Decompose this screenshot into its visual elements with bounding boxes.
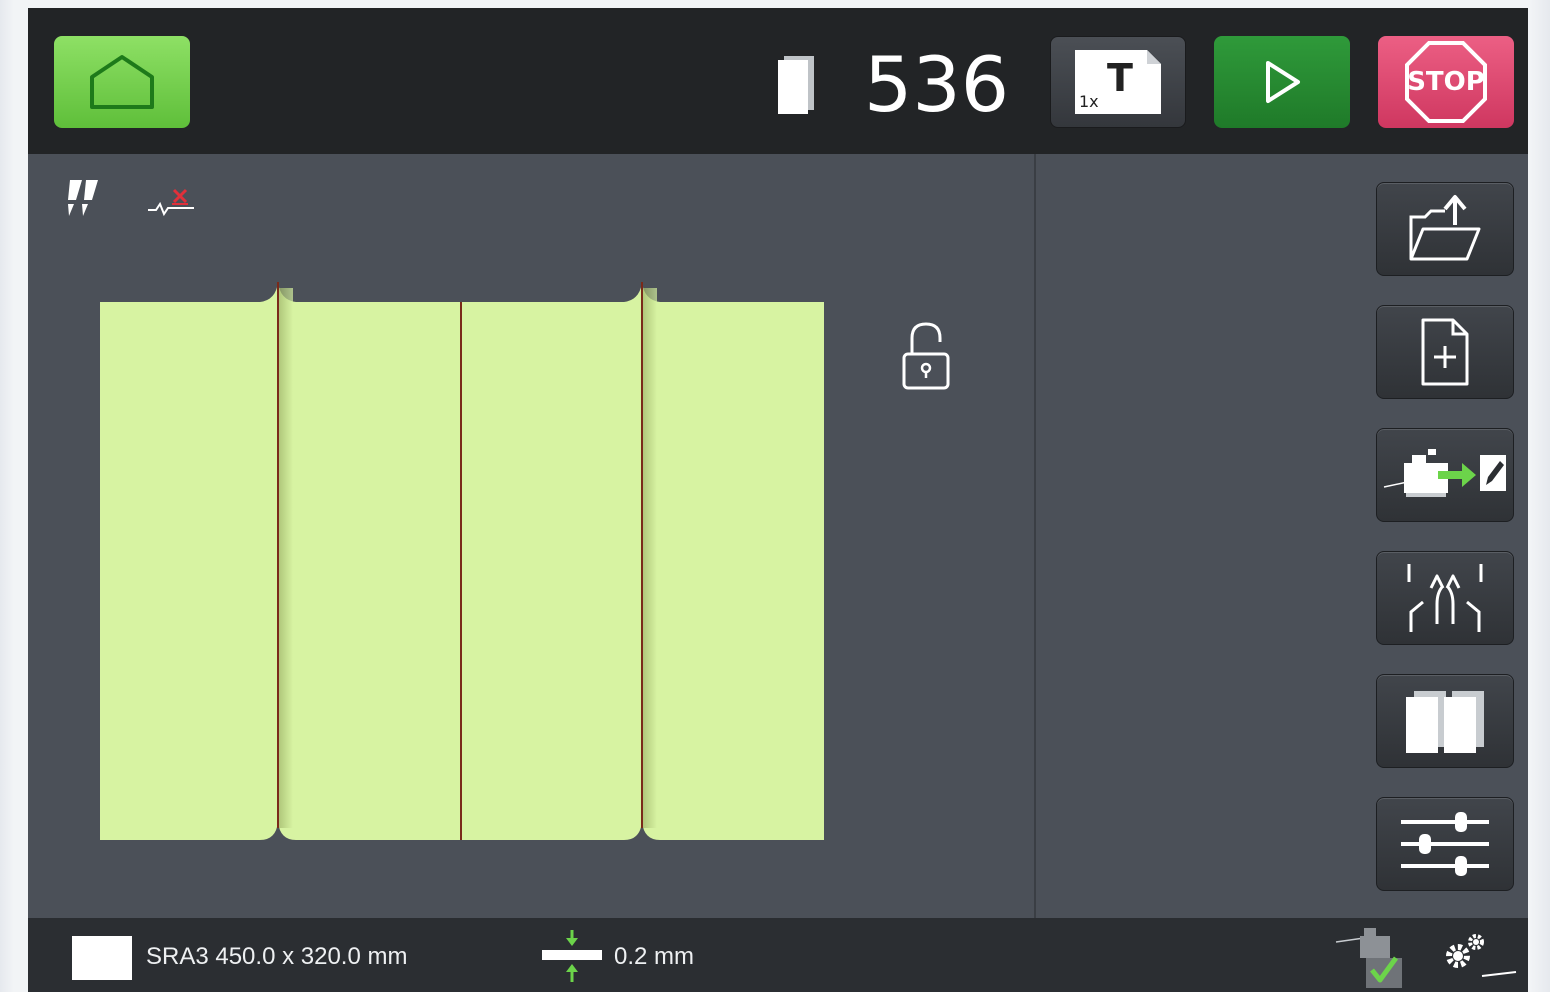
- start-button[interactable]: [1214, 36, 1350, 128]
- crease-shadow: [643, 288, 657, 828]
- open-job-button[interactable]: [1376, 182, 1514, 276]
- pages-button[interactable]: [1376, 674, 1514, 768]
- machine-screen: 536 T 1x STOP SRA3 450.0 x 320.0 mm 0.2 …: [28, 8, 1528, 992]
- sheet-preview: [100, 282, 824, 840]
- home-icon: [90, 55, 154, 109]
- stop-button[interactable]: STOP: [1378, 36, 1514, 128]
- sheet-stack-icon: [778, 56, 814, 114]
- machine-ok-icon[interactable]: [1334, 924, 1414, 990]
- split-feed-button[interactable]: [1376, 551, 1514, 645]
- sensor-error-icon: [148, 188, 194, 217]
- gears-icon[interactable]: [1438, 930, 1518, 980]
- unlocked-padlock-icon[interactable]: [902, 320, 952, 392]
- stop-sign-icon: STOP: [1403, 39, 1489, 125]
- top-bar: 536 T 1x STOP: [28, 8, 1528, 154]
- new-document-icon: [1421, 318, 1469, 386]
- gap-value: 0.2 mm: [614, 943, 695, 970]
- gap-icon: [542, 930, 602, 982]
- play-icon: [1266, 61, 1300, 103]
- knife-tools-icon: [68, 180, 98, 216]
- mode-badge: 1x: [1079, 92, 1099, 111]
- pages-icon: [1406, 691, 1484, 753]
- mode-letter: T: [1107, 56, 1133, 100]
- machine-transfer-edit-icon: [1383, 449, 1506, 497]
- stop-label: STOP: [1407, 67, 1485, 97]
- sheet-preview-area: [28, 154, 1034, 918]
- single-sheet-T-icon: T 1x: [1073, 48, 1163, 116]
- machine-transfer-button[interactable]: [1376, 428, 1514, 522]
- settings-sliders-button[interactable]: [1376, 797, 1514, 891]
- split-arrows-icon: [1407, 564, 1483, 632]
- sliders-icon: [1401, 812, 1489, 876]
- crease-shadow: [279, 288, 293, 828]
- status-bar: SRA3 450.0 x 320.0 mm 0.2 mm: [28, 920, 1528, 992]
- paper-format: SRA3 450.0 x 320.0 mm: [146, 943, 408, 970]
- sheet-counter: 536: [864, 40, 1010, 129]
- open-folder-icon: [1409, 195, 1481, 261]
- paper-swatch: [72, 936, 132, 980]
- home-button[interactable]: [54, 36, 190, 128]
- single-copy-mode-button[interactable]: T 1x: [1050, 36, 1186, 128]
- new-job-button[interactable]: [1376, 305, 1514, 399]
